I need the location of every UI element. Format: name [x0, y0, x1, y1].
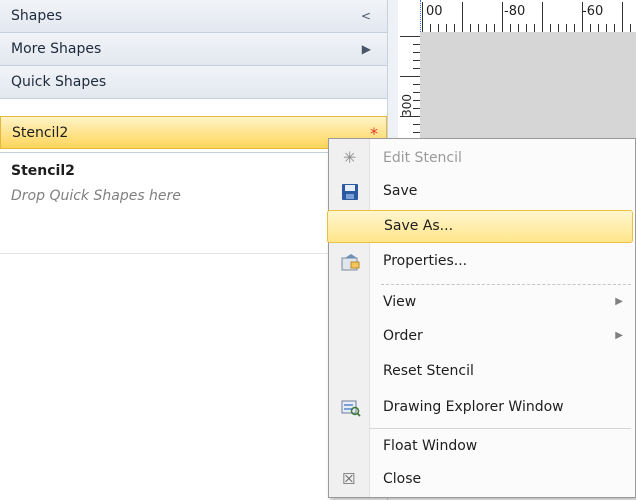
pane-splitter[interactable]: [388, 0, 398, 146]
ruler-tick: [400, 36, 420, 37]
ruler-label: 00: [426, 4, 443, 19]
ruler-tick: [542, 2, 543, 32]
menu-item-order[interactable]: Order ▶: [329, 320, 635, 354]
ruler-tick: [413, 92, 420, 93]
more-shapes-item[interactable]: More Shapes ▶: [0, 33, 387, 66]
ruler-tick: [550, 24, 551, 32]
ruler-tick: [590, 24, 591, 32]
ruler-tick: [413, 60, 420, 61]
menu-item-label: Save: [383, 183, 418, 199]
menu-separator: [369, 428, 631, 429]
save-icon: [341, 183, 359, 201]
ruler-tick: [534, 24, 535, 32]
ruler-tick: [462, 2, 463, 32]
menu-item-label: Edit Stencil: [383, 150, 462, 166]
ruler-tick: [470, 24, 471, 32]
close-icon: ☒: [342, 470, 356, 488]
menu-item-label: Close: [383, 471, 422, 487]
menu-item-save[interactable]: Save: [329, 175, 635, 209]
ruler-tick: [518, 24, 519, 32]
ruler-tick: [526, 24, 527, 32]
ruler-tick: [438, 24, 439, 32]
menu-item-reset-stencil[interactable]: Reset Stencil: [329, 355, 635, 389]
more-shapes-label: More Shapes: [11, 41, 102, 57]
ruler-tick: [502, 2, 503, 32]
menu-item-label: Float Window: [383, 438, 478, 454]
menu-item-label: Drawing Explorer Window: [383, 399, 564, 415]
menu-item-label: View: [383, 294, 417, 310]
menu-item-edit-stencil[interactable]: ✳ Edit Stencil: [329, 142, 635, 176]
menu-item-close[interactable]: ☒ Close: [329, 463, 635, 497]
drawing-explorer-icon: [341, 399, 361, 417]
ruler-tick: [582, 2, 583, 32]
ruler-tick: [614, 24, 615, 32]
ruler-tick: [630, 24, 631, 32]
ruler-tick: [606, 24, 607, 32]
ruler-tick: [478, 24, 479, 32]
ruler-tick: [413, 100, 420, 101]
chevron-right-icon: ▶: [361, 42, 371, 56]
ruler-tick: [400, 76, 420, 77]
stencil-title: Stencil2: [11, 163, 75, 179]
ruler-tick: [622, 2, 623, 32]
ruler-label: -80: [504, 4, 526, 19]
shapes-header-label: Shapes: [11, 8, 63, 24]
menu-item-label: Save As...: [384, 218, 454, 234]
menu-item-properties[interactable]: Properties...: [329, 245, 635, 279]
ruler-tick: [400, 116, 420, 117]
ruler-tick: [413, 132, 420, 133]
menu-item-label: Properties...: [383, 253, 468, 269]
context-menu: ✳ Edit Stencil Save Save As... Propertie…: [327, 138, 636, 498]
menu-item-view[interactable]: View ▶: [329, 286, 635, 320]
ruler-tick: [574, 24, 575, 32]
ruler-tick: [430, 24, 431, 32]
menu-item-float-window[interactable]: Float Window: [329, 430, 635, 464]
stencil-hint: Drop Quick Shapes here: [11, 188, 181, 204]
horizontal-ruler: 00 -80 -60: [398, 0, 636, 33]
ruler-tick: [486, 24, 487, 32]
ruler-tick: [413, 52, 420, 53]
ruler-tick: [413, 108, 420, 109]
ruler-tick: [422, 2, 423, 32]
menu-item-label: Order: [383, 328, 423, 344]
vertical-ruler: 300: [398, 32, 421, 146]
ruler-tick: [446, 24, 447, 32]
menu-item-label: Reset Stencil: [383, 363, 474, 379]
ruler-tick: [558, 24, 559, 32]
shapes-header[interactable]: Shapes <: [0, 0, 387, 33]
properties-icon: [341, 253, 360, 271]
submenu-arrow-icon: ▶: [615, 330, 623, 341]
ruler-tick: [494, 24, 495, 32]
asterisk-icon: ✳: [343, 148, 357, 167]
submenu-arrow-icon: ▶: [615, 296, 623, 307]
ruler-label: -60: [582, 4, 604, 19]
drawing-canvas[interactable]: [420, 32, 636, 146]
menu-item-drawing-explorer[interactable]: Drawing Explorer Window: [329, 391, 635, 425]
ruler-origin-marker: [398, 0, 421, 32]
quick-shapes-item[interactable]: Quick Shapes: [0, 66, 387, 99]
ruler-tick: [510, 24, 511, 32]
ruler-tick: [413, 124, 420, 125]
ruler-label: 300: [400, 94, 414, 117]
menu-separator: [381, 284, 631, 285]
ruler-tick: [413, 84, 420, 85]
stencil2-label: Stencil2: [12, 124, 69, 141]
ruler-tick: [413, 68, 420, 69]
menu-item-save-as[interactable]: Save As...: [327, 210, 633, 243]
quick-shapes-label: Quick Shapes: [11, 74, 107, 90]
ruler-tick: [566, 24, 567, 32]
collapse-icon[interactable]: <: [361, 9, 371, 23]
ruler-tick: [454, 24, 455, 32]
ruler-tick: [413, 44, 420, 45]
ruler-tick: [598, 24, 599, 32]
